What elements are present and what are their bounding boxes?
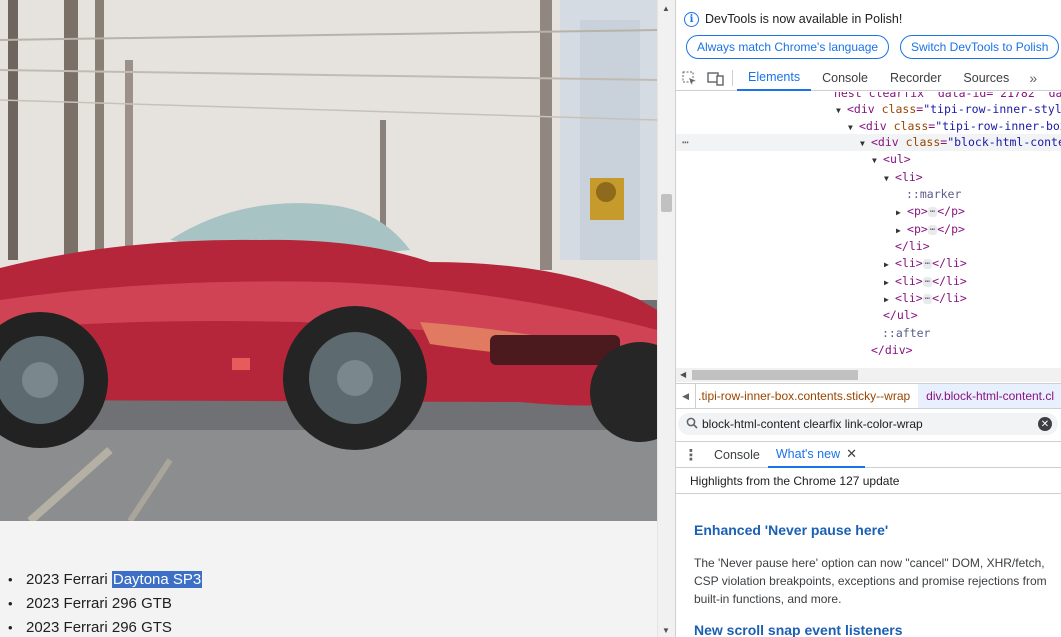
dom-node-line[interactable]: </li> [895, 238, 930, 255]
device-toolbar-icon[interactable] [702, 66, 728, 91]
collapse-triangle-icon[interactable]: ▶ [884, 291, 895, 308]
dom-node-line[interactable]: ▼ <li> [884, 169, 923, 186]
list-item: • 2023 Ferrari Daytona SP3 [8, 568, 203, 592]
car-model-list: • 2023 Ferrari Daytona SP3 • 2023 Ferrari … [8, 568, 203, 637]
article-description: The 'Never pause here' option can now "c… [694, 556, 1047, 606]
clear-search-icon[interactable]: ✕ [1038, 417, 1052, 431]
devtools-tabbar: Elements Console Recorder Sources » [676, 66, 1061, 91]
tab-separator [732, 70, 733, 86]
list-item-text: 2023 Ferrari 296 GTB [26, 595, 172, 612]
dom-node-line[interactable]: ▼ <ul> [872, 151, 911, 168]
dom-node-line[interactable]: ▶ <li> ⋯ </li> [884, 290, 967, 307]
collapse-triangle-icon[interactable]: ▶ [896, 204, 907, 221]
web-page: • 2023 Ferrari Daytona SP3 • 2023 Ferrari … [0, 0, 657, 637]
info-icon: i [684, 11, 699, 27]
inspect-element-icon[interactable] [676, 66, 702, 91]
infobar-message: DevTools is now available in Polish! [705, 12, 903, 26]
more-tabs-chevron-icon[interactable]: » [1020, 66, 1046, 91]
expand-triangle-icon[interactable]: ▼ [884, 170, 895, 187]
selected-text[interactable]: Daytona SP3 [111, 571, 203, 588]
tab-recorder[interactable]: Recorder [879, 66, 952, 91]
drawer-tab-label: What's new [775, 446, 841, 461]
drawer-tab-console[interactable]: Console [706, 442, 768, 468]
scroll-up-arrow-icon[interactable]: ▲ [662, 4, 670, 13]
drawer-menu-icon[interactable]: ⋮ [676, 446, 706, 464]
breadcrumb-item-current[interactable]: div.block-html-content.cl [918, 384, 1061, 408]
dom-tree: nest clearfix" data-id="21782" data ▼ <di… [676, 92, 1061, 368]
expand-triangle-icon[interactable]: ▼ [836, 102, 847, 119]
tab-console[interactable]: Console [811, 66, 879, 91]
switch-to-polish-button[interactable]: Switch DevTools to Polish [900, 35, 1060, 59]
devtools-panel: i DevTools is now available in Polish! A… [675, 0, 1061, 637]
row-ellipsis[interactable]: ⋯ [682, 134, 689, 151]
dom-node-line[interactable]: ::marker [906, 186, 961, 203]
breadcrumb-item[interactable]: .tipi-row-inner-box.contents.sticky--wra… [696, 389, 918, 403]
car-photo [0, 0, 657, 521]
dom-node-line[interactable]: ::after [882, 325, 930, 342]
search-icon [686, 417, 702, 432]
dom-node-line[interactable]: </ul> [883, 307, 918, 324]
article2-title-link[interactable]: New scroll snap event listeners [694, 622, 903, 637]
drawer-tabbar: ⋮ Console What's new ✕ [676, 441, 1061, 468]
collapse-triangle-icon[interactable]: ▶ [896, 222, 907, 239]
collapse-triangle-icon[interactable]: ▶ [884, 256, 895, 273]
ellipsis-badge[interactable]: ⋯ [922, 258, 933, 269]
search-input[interactable]: block-html-content clearfix link-color-w… [702, 417, 923, 431]
scroll-down-arrow-icon[interactable]: ▼ [662, 626, 670, 635]
dom-node-line-selected[interactable]: ▼ <div class="block-html-conten [860, 134, 1061, 151]
tab-elements[interactable]: Elements [737, 66, 812, 91]
car-photo-illustration [0, 0, 657, 521]
list-item-text: 2023 Ferrari [26, 571, 112, 588]
browser-window: • 2023 Ferrari Daytona SP3 • 2023 Ferrari … [0, 0, 1061, 637]
ellipsis-badge[interactable]: ⋯ [927, 206, 938, 217]
list-item: • 2023 Ferrari 296 GTS [8, 616, 202, 637]
drawer-tab-whats-new[interactable]: What's new ✕ [767, 442, 865, 468]
tab-sources[interactable]: Sources [952, 66, 1020, 91]
list-item-text: 2023 Ferrari 296 GTS [26, 619, 172, 636]
list-item: • 2023 Ferrari 296 GTB [8, 592, 202, 616]
scrollbar-thumb[interactable] [661, 194, 672, 212]
scroll-left-arrow-icon[interactable]: ◀ [680, 370, 686, 379]
always-match-language-button[interactable]: Always match Chrome's language [686, 35, 890, 59]
dom-node-line[interactable]: ▶ <li> ⋯ </li> [884, 273, 967, 290]
dom-node-line[interactable]: ▼ <div class="tipi-row-inner-style [836, 101, 1061, 118]
language-infobar: i DevTools is now available in Polish! [676, 8, 902, 30]
dom-node-line[interactable]: ▶ <p> ⋯ </p> [896, 203, 965, 220]
expand-triangle-icon[interactable]: ▼ [860, 135, 871, 152]
dom-search-bar[interactable]: block-html-content clearfix link-color-w… [678, 413, 1058, 435]
ellipsis-badge[interactable]: ⋯ [922, 293, 933, 304]
collapse-triangle-icon[interactable]: ▶ [884, 274, 895, 291]
dom-node-line[interactable]: </div> [871, 342, 913, 359]
dom-node-line[interactable]: ▼ <div class="tipi-row-inner-box [848, 118, 1061, 135]
whats-new-header: Highlights from the Chrome 127 update [676, 469, 1061, 494]
dom-node-line[interactable]: ▶ <li> ⋯ </li> [884, 255, 967, 272]
dom-tree-horizontal-scrollbar[interactable]: ◀ [676, 368, 1061, 382]
ellipsis-badge[interactable]: ⋯ [922, 276, 933, 287]
article-title-link[interactable]: Enhanced 'Never pause here' [694, 522, 1054, 538]
expand-triangle-icon[interactable]: ▼ [872, 152, 883, 169]
bullet: • [8, 596, 13, 611]
page-scrollbar[interactable]: ▲ ▼ [657, 0, 675, 637]
breadcrumb: ◀ .tipi-row-inner-box.contents.sticky--w… [676, 383, 1061, 409]
whats-new-article: Enhanced 'Never pause here' The 'Never p… [694, 522, 1054, 608]
bullet: • [8, 572, 13, 587]
bullet: • [8, 620, 13, 635]
dom-node-line[interactable]: ▶ <p> ⋯ </p> [896, 221, 965, 238]
close-tab-icon[interactable]: ✕ [846, 446, 857, 462]
breadcrumb-scroll-left-icon[interactable]: ◀ [676, 384, 697, 408]
scrollbar-thumb[interactable] [692, 370, 858, 380]
ellipsis-badge[interactable]: ⋯ [927, 224, 938, 235]
